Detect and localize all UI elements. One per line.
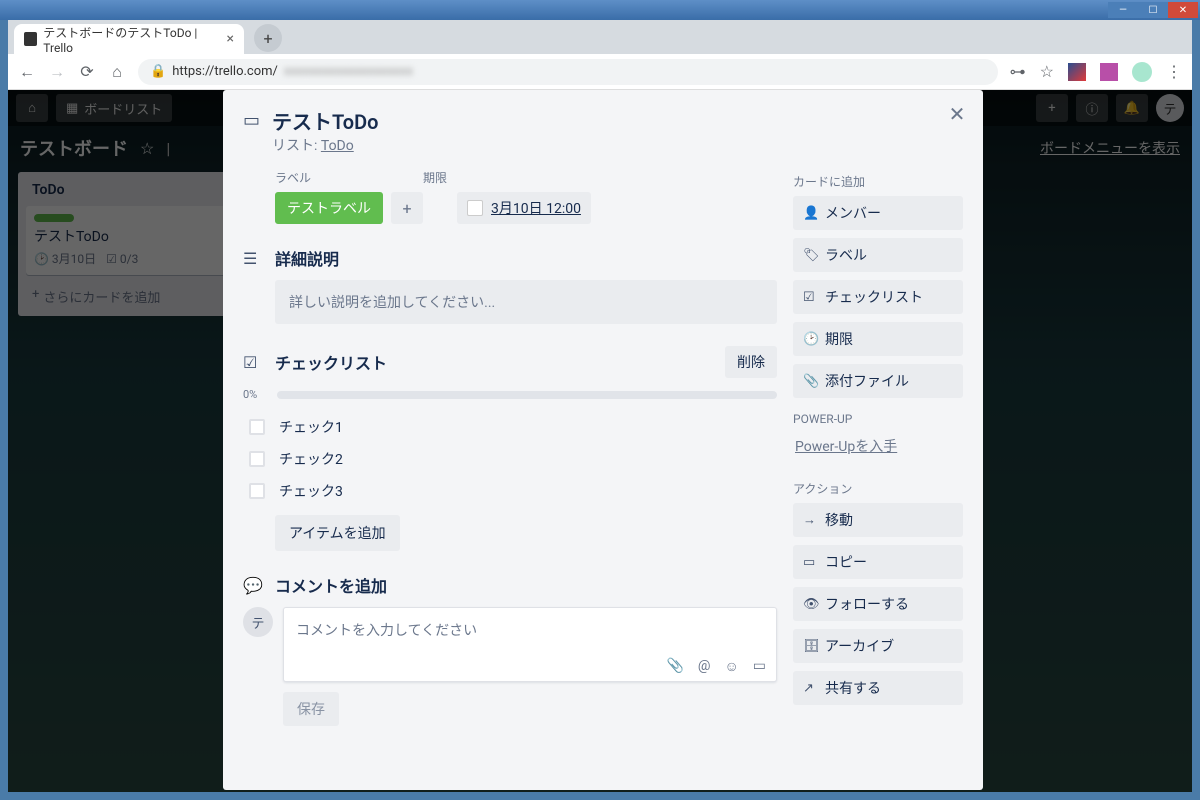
new-tab-button[interactable]: + [254,24,282,52]
modal-overlay[interactable]: ✕ ▭ テストToDo リスト: ToDo ラベル 期限 テスト [8,90,1192,792]
powerup-link[interactable]: Power-Upを入手 [793,432,899,460]
home-button[interactable]: ⌂ [108,63,126,81]
due-date-text: 3月10日 12:00 [491,198,581,218]
labels-button[interactable]: 🏷ラベル [793,238,963,272]
due-date-chip[interactable]: 3月10日 12:00 [457,192,591,224]
trello-favicon [24,32,37,46]
add-to-card-heading: カードに追加 [793,173,963,190]
tab-close-icon[interactable]: × [227,31,234,47]
description-input[interactable]: 詳しい説明を追加してください... [275,280,777,324]
copy-button[interactable]: ▭コピー [793,545,963,579]
label-icon: 🏷 [803,248,817,263]
browser-tab-strip: テストボードのテストToDo | Trello × + [8,20,1192,54]
members-icon: 👤 [803,206,817,221]
mention-icon[interactable]: @ [698,658,711,675]
progress-percent: 0% [243,388,269,401]
card-link-icon[interactable]: ▭ [753,658,766,675]
share-button[interactable]: ↗共有する [793,671,963,705]
share-icon: ↗ [803,681,817,696]
checklist-heading: チェックリスト [275,350,387,374]
emoji-icon[interactable]: ☺ [724,658,738,675]
due-heading: 期限 [423,169,447,186]
address-bar[interactable]: 🔒 https://trello.com/ xxxxxxxxxxxxxxxxxx… [138,59,998,85]
key-icon[interactable]: ⊶ [1010,62,1026,81]
copy-icon: ▭ [803,555,817,570]
bookmark-star-icon[interactable]: ☆ [1040,62,1054,81]
forward-button[interactable]: → [48,63,66,81]
label-chip[interactable]: テストラベル [275,192,383,224]
move-button[interactable]: →移動 [793,503,963,537]
actions-heading: アクション [793,480,963,497]
comment-icon: 💬 [243,576,263,595]
check-icon: ☑ [803,290,817,305]
attachment-button[interactable]: 📎添付ファイル [793,364,963,398]
browser-toolbar: ← → ⟳ ⌂ 🔒 https://trello.com/ xxxxxxxxxx… [8,54,1192,90]
arrow-right-icon: → [803,512,817,528]
description-icon: ☰ [243,249,263,268]
window-close-button[interactable]: ✕ [1168,2,1198,18]
card-list-info: リスト: ToDo [272,135,378,155]
reload-button[interactable]: ⟳ [78,63,96,81]
window-titlebar: — ☐ ✕ [0,0,1200,20]
extension-icon-1[interactable] [1068,63,1086,81]
attachment-icon[interactable]: 📎 [666,658,683,675]
extension-icon-2[interactable] [1100,63,1118,81]
labels-heading: ラベル [275,169,311,186]
description-heading: 詳細説明 [275,246,339,270]
browser-menu-icon[interactable]: ⋮ [1166,62,1182,81]
card-icon: ▭ [243,110,260,131]
window-minimize-button[interactable]: — [1108,2,1138,18]
checklist-item[interactable]: チェック1 [243,411,777,443]
checklist-button[interactable]: ☑チェックリスト [793,280,963,314]
checkbox[interactable] [249,483,265,499]
follow-button[interactable]: 👁フォローする [793,587,963,621]
add-checklist-item-button[interactable]: アイテムを追加 [275,515,400,551]
archive-icon: 🗄 [803,639,817,654]
paperclip-icon: 📎 [803,374,817,389]
comment-input[interactable]: コメントを入力してください [284,608,776,652]
checklist-icon: ☑ [243,353,263,372]
clock-icon: 🕑 [803,332,817,347]
powerup-heading: POWER-UP [793,412,963,426]
comment-heading: コメントを追加 [275,573,387,597]
card-title[interactable]: テストToDo [272,106,378,135]
window-maximize-button[interactable]: ☐ [1138,2,1168,18]
url-text: https://trello.com/ [172,64,278,79]
checkbox[interactable] [249,451,265,467]
save-comment-button[interactable]: 保存 [283,692,339,726]
url-blurred: xxxxxxxxxxxxxxxxxxxx [284,64,413,79]
progress-bar [277,391,777,399]
checklist-item[interactable]: チェック3 [243,475,777,507]
archive-button[interactable]: 🗄アーカイブ [793,629,963,663]
comment-avatar: テ [243,607,273,637]
profile-avatar[interactable] [1132,62,1152,82]
card-detail-modal: ✕ ▭ テストToDo リスト: ToDo ラベル 期限 テスト [223,90,983,790]
comment-box[interactable]: コメントを入力してください 📎 @ ☺ ▭ [283,607,777,682]
modal-close-button[interactable]: ✕ [941,98,973,130]
eye-icon: 👁 [803,597,817,612]
lock-icon: 🔒 [150,64,166,79]
list-link[interactable]: ToDo [321,138,354,154]
due-checkbox[interactable] [467,200,483,216]
members-button[interactable]: 👤メンバー [793,196,963,230]
tab-title: テストボードのテストToDo | Trello [43,24,220,55]
checklist-item[interactable]: チェック2 [243,443,777,475]
due-date-button[interactable]: 🕑期限 [793,322,963,356]
browser-tab[interactable]: テストボードのテストToDo | Trello × [14,24,244,54]
checkbox[interactable] [249,419,265,435]
delete-checklist-button[interactable]: 削除 [725,346,777,378]
back-button[interactable]: ← [18,63,36,81]
add-label-button[interactable]: + [391,192,423,224]
